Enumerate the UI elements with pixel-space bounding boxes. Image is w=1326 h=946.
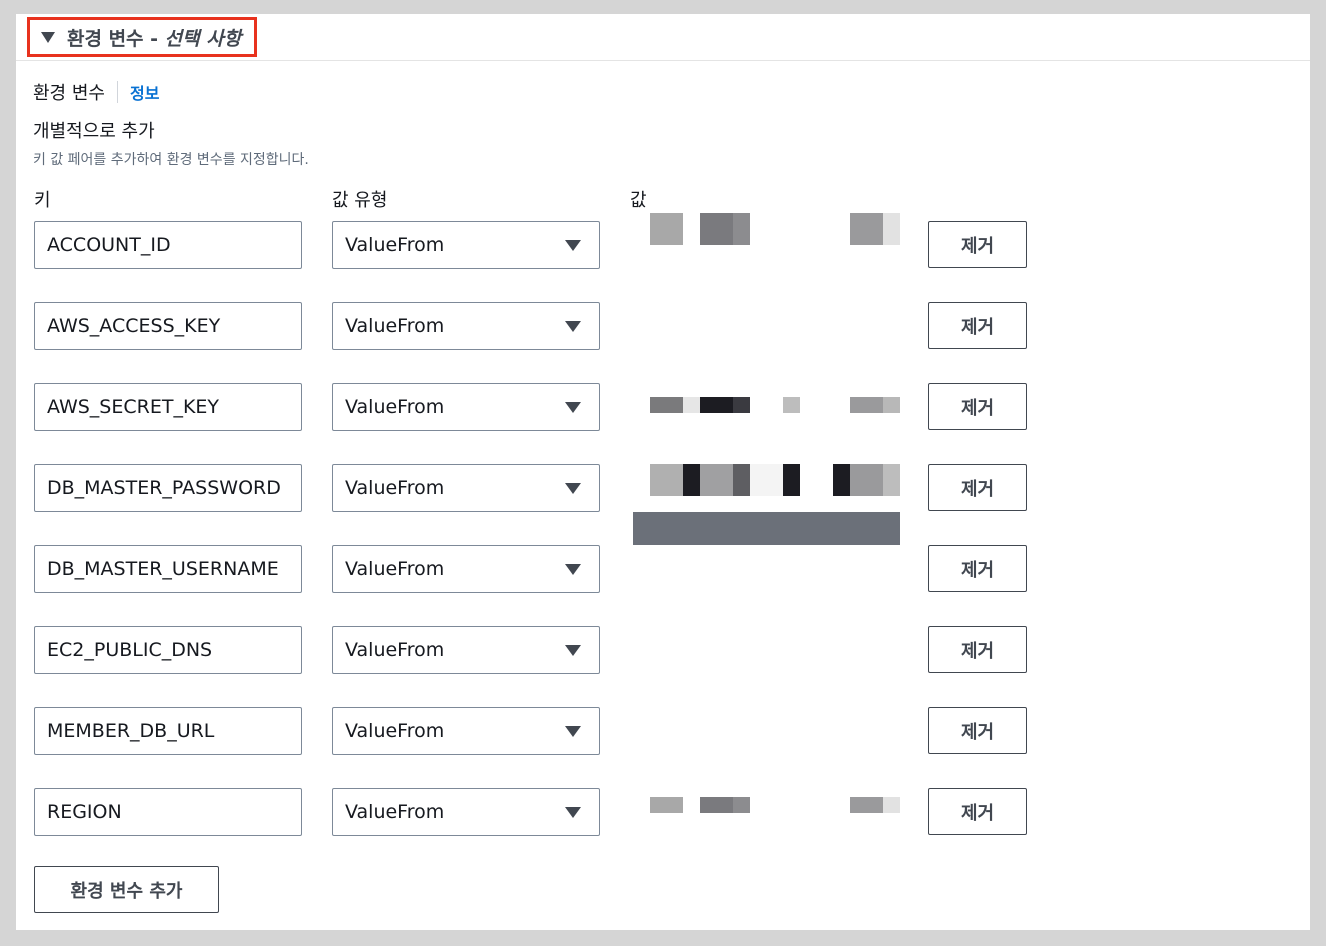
remove-button[interactable]: 제거 [928,707,1027,754]
key-input[interactable]: REGION [34,788,302,836]
redacted-block [650,397,683,413]
value-type-select[interactable]: ValueFrom [332,626,600,674]
caret-down-icon [565,726,581,737]
value-type-selected: ValueFrom [345,477,445,499]
remove-button[interactable]: 제거 [928,464,1027,511]
header-divider [16,60,1310,61]
redacted-block [883,397,900,413]
redacted-block [650,797,683,813]
key-input[interactable]: AWS_ACCESS_KEY [34,302,302,350]
sub-description: 키 값 페어를 추가하여 환경 변수를 지정합니다. [33,152,309,168]
column-header-value: 값 [630,190,647,211]
value-type-select[interactable]: ValueFrom [332,788,600,836]
caret-down-icon [565,564,581,575]
remove-button[interactable]: 제거 [928,545,1027,592]
value-type-select[interactable]: ValueFrom [332,464,600,512]
remove-button[interactable]: 제거 [928,788,1027,835]
redacted-block [633,512,900,545]
label-divider [116,81,118,103]
key-input[interactable]: ACCOUNT_ID [34,221,302,269]
key-input[interactable]: EC2_PUBLIC_DNS [34,626,302,674]
value-type-select[interactable]: ValueFrom [332,302,600,350]
remove-button[interactable]: 제거 [928,302,1027,349]
remove-button[interactable]: 제거 [928,383,1027,430]
redacted-block [783,464,800,496]
field-label: 환경 변수 [33,83,105,104]
caret-down-icon [565,321,581,332]
redacted-block [850,464,883,496]
redacted-block [750,464,783,496]
add-environment-variable-button[interactable]: 환경 변수 추가 [34,866,219,913]
redacted-block [883,213,900,245]
redacted-block [650,213,683,245]
caret-down-icon [565,240,581,251]
redacted-block [700,464,733,496]
value-type-select[interactable]: ValueFrom [332,707,600,755]
redacted-block [850,397,883,413]
redacted-block [700,213,733,245]
key-input[interactable]: DB_MASTER_PASSWORD [34,464,302,512]
redacted-block [733,797,750,813]
section-toggle[interactable]: 환경 변수 - 선택 사항 [27,17,257,57]
column-header-value-type: 값 유형 [332,190,388,211]
redacted-block [650,464,683,496]
redacted-block [850,213,883,245]
caret-down-icon [565,483,581,494]
value-type-select[interactable]: ValueFrom [332,383,600,431]
section-title: 환경 변수 - 선택 사항 [67,27,242,50]
column-header-key: 키 [34,190,51,211]
key-input[interactable]: MEMBER_DB_URL [34,707,302,755]
redacted-block [683,464,700,496]
key-input[interactable]: DB_MASTER_USERNAME [34,545,302,593]
value-type-selected: ValueFrom [345,639,445,661]
caret-down-icon [565,402,581,413]
caret-down-icon [565,807,581,818]
redacted-block [733,213,750,245]
value-type-selected: ValueFrom [345,720,445,742]
redacted-block [850,797,883,813]
value-type-selected: ValueFrom [345,396,445,418]
value-type-selected: ValueFrom [345,234,445,256]
redacted-block [683,397,700,413]
redacted-block [883,464,900,496]
info-link[interactable]: 정보 [130,80,159,104]
redacted-block [700,797,733,813]
value-type-selected: ValueFrom [345,558,445,580]
redacted-block [833,464,850,496]
redacted-block [883,797,900,813]
value-type-select[interactable]: ValueFrom [332,221,600,269]
redacted-block [733,464,750,496]
redacted-block [700,397,733,413]
remove-button[interactable]: 제거 [928,221,1027,268]
redacted-block [783,397,800,413]
redacted-block [733,397,750,413]
caret-down-icon [41,31,55,43]
key-input[interactable]: AWS_SECRET_KEY [34,383,302,431]
value-type-selected: ValueFrom [345,801,445,823]
value-type-select[interactable]: ValueFrom [332,545,600,593]
field-label-row: 환경 변수 정보 [33,79,159,105]
remove-button[interactable]: 제거 [928,626,1027,673]
caret-down-icon [565,645,581,656]
value-type-selected: ValueFrom [345,315,445,337]
sub-title: 개별적으로 추가 [33,121,155,142]
